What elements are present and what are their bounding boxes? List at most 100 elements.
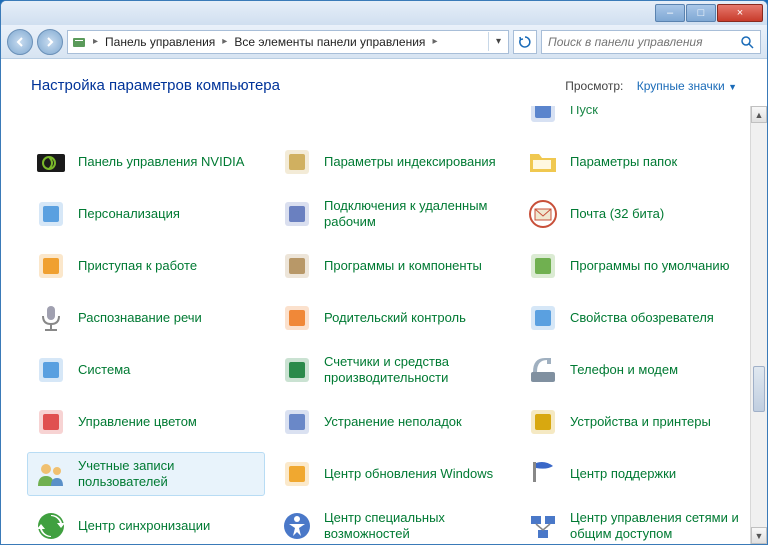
view-label: Просмотр: [565,79,623,93]
control-panel-item[interactable]: Панель управления NVIDIA [27,140,265,184]
refresh-button[interactable] [513,30,537,54]
breadcrumb-seg-2[interactable]: Все элементы панели управления [230,35,429,49]
control-panel-item[interactable]: Программы по умолчанию [519,244,757,288]
control-panel-item[interactable]: Система [27,348,265,392]
control-panel-item[interactable]: Счетчики и средства производительности [273,348,511,392]
phone-icon [526,353,560,387]
users-icon [34,457,68,491]
control-panel-item[interactable]: Центр управления сетями и общим доступом [519,504,757,544]
control-panel-item[interactable]: Центр обновления Windows [273,452,511,496]
search-icon [740,35,754,49]
items-grid: Пуск Панель управления NVIDIA Параметры ин… [27,106,757,544]
item-label: Подключения к удаленным рабочим [324,198,504,229]
item-label: Почта (32 бита) [570,206,664,222]
network-icon [526,509,560,543]
maximize-button[interactable]: □ [686,4,716,22]
item-label: Центр управления сетями и общим доступом [570,510,750,541]
item-label: Устройства и принтеры [570,414,711,430]
item-label: Управление цветом [78,414,197,430]
search-box[interactable] [541,30,761,54]
item-label: Пуск [570,106,598,118]
control-panel-item[interactable]: Почта (32 бита) [519,192,757,236]
item-label: Распознавание речи [78,310,202,326]
action-icon [526,457,560,491]
navigation-bar: ▸ Панель управления ▸ Все элементы панел… [1,25,767,59]
nvidia-icon [34,145,68,179]
troubleshoot-icon [280,405,314,439]
breadcrumb-seg-1[interactable]: Панель управления [101,35,219,49]
perf-icon [280,353,314,387]
breadcrumb-dropdown[interactable]: ▾ [488,32,508,51]
search-input[interactable] [548,35,740,49]
control-panel-item[interactable]: Центр синхронизации [27,504,265,544]
programs-icon [280,249,314,283]
system-icon [34,353,68,387]
control-panel-item[interactable]: Управление цветом [27,400,265,444]
internet-icon [526,301,560,335]
minimize-button[interactable]: – [655,4,685,22]
content-area: Настройка параметров компьютера Просмотр… [1,59,767,544]
view-selector: Просмотр: Крупные значки ▼ [565,79,737,93]
sync-icon [34,509,68,543]
item-label: Устранение неполадок [324,414,462,430]
item-label: Параметры индексирования [324,154,496,170]
scroll-thumb[interactable] [753,366,765,412]
scroll-up-button[interactable]: ▲ [751,106,767,123]
control-panel-item[interactable]: Телефон и модем [519,348,757,392]
folder-icon [526,145,560,179]
start-icon [526,106,560,127]
close-button[interactable]: × [717,4,763,22]
control-panel-item[interactable]: Центр поддержки [519,452,757,496]
control-panel-item[interactable]: Подключения к удаленным рабочим [273,192,511,236]
vertical-scrollbar[interactable]: ▲ ▼ [750,106,767,544]
items-scroll-area: Пуск Панель управления NVIDIA Параметры ин… [1,106,767,544]
control-panel-item[interactable]: Учетные записи пользователей [27,452,265,496]
devices-icon [526,405,560,439]
forward-button[interactable] [37,29,63,55]
getstarted-icon [34,249,68,283]
item-label: Приступая к работе [78,258,197,274]
titlebar: – □ × [1,1,767,25]
control-panel-item[interactable]: Параметры папок [519,140,757,184]
item-label: Центр специальных возможностей [324,510,504,541]
index-icon [280,145,314,179]
defaults-icon [526,249,560,283]
control-panel-item[interactable]: Программы и компоненты [273,244,511,288]
control-panel-item[interactable]: Устранение неполадок [273,400,511,444]
speech-icon [34,301,68,335]
content-header: Настройка параметров компьютера Просмотр… [1,59,767,106]
control-panel-item[interactable]: Центр специальных возможностей [273,504,511,544]
item-label: Счетчики и средства производительности [324,354,504,385]
item-label: Персонализация [78,206,180,222]
control-panel-item[interactable]: Родительский контроль [273,296,511,340]
item-label: Родительский контроль [324,310,466,326]
item-label: Учетные записи пользователей [78,458,258,489]
item-label: Параметры папок [570,154,677,170]
personalize-icon [34,197,68,231]
control-panel-item[interactable]: Распознавание речи [27,296,265,340]
item-label: Панель управления NVIDIA [78,154,244,170]
item-label: Свойства обозревателя [570,310,714,326]
control-panel-item[interactable]: Приступая к работе [27,244,265,288]
page-title: Настройка параметров компьютера [31,77,280,94]
control-panel-item[interactable]: Свойства обозревателя [519,296,757,340]
scroll-down-button[interactable]: ▼ [751,527,767,544]
item-label: Центр обновления Windows [324,466,493,482]
control-panel-item[interactable]: Пуск [519,106,757,132]
control-panel-item[interactable]: Устройства и принтеры [519,400,757,444]
control-panel-item[interactable]: Персонализация [27,192,265,236]
breadcrumb[interactable]: ▸ Панель управления ▸ Все элементы панел… [67,30,509,54]
update-icon [280,457,314,491]
parental-icon [280,301,314,335]
view-dropdown[interactable]: Крупные значки ▼ [637,79,737,93]
control-panel-window: – □ × ▸ Панель управления ▸ Все элементы… [0,0,768,545]
control-panel-item[interactable]: Параметры индексирования [273,140,511,184]
chevron-icon: ▸ [90,36,101,47]
back-button[interactable] [7,29,33,55]
item-label: Центр поддержки [570,466,676,482]
ease-icon [280,509,314,543]
remote-icon [280,197,314,231]
chevron-down-icon: ▼ [728,82,737,92]
item-label: Программы по умолчанию [570,258,729,274]
item-label: Центр синхронизации [78,518,210,534]
